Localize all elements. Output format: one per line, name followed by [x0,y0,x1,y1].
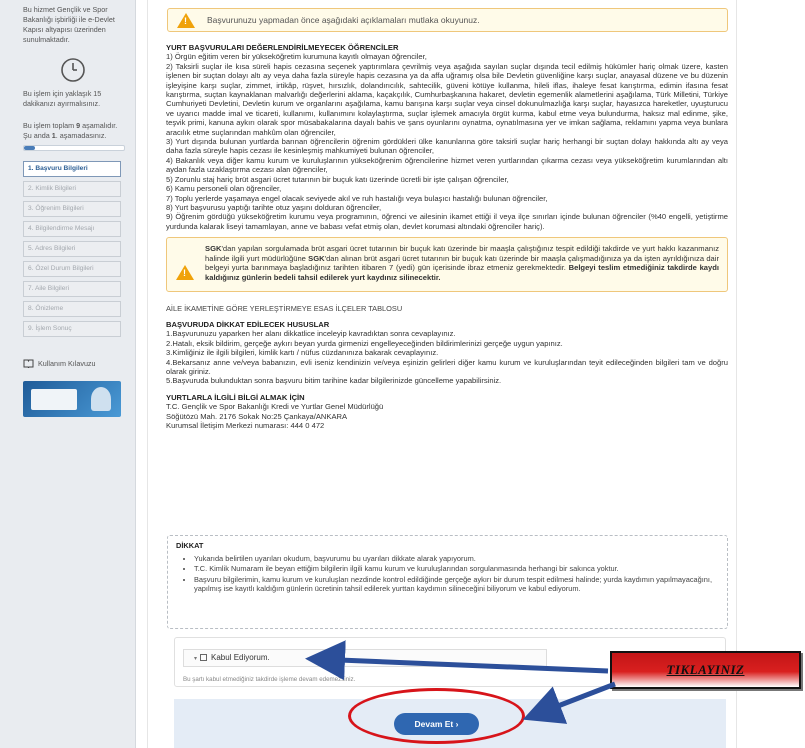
sidebar: Bu hizmet Gençlik ve Spor Bakanlığı işbi… [0,0,136,748]
progress-fill [24,146,36,150]
rule-item: 4) Bakanlık veya diğer kamu kurum ve kur… [166,155,728,175]
rule-item: 1) Örgün eğitim veren bir yükseköğretim … [166,52,427,62]
sgk-abbr: SGK [308,253,325,263]
main-content: ! Başvurunuzu yapmadan önce aşağıdaki aç… [147,0,737,748]
district-table-link[interactable]: AİLE İKAMETİNE GÖRE YERLEŞTİRMEYE ESAS İ… [166,304,728,313]
step-item-ogrenim: 3. Öğrenim Bilgileri [23,201,121,217]
step-item-kimlik: 2. Kimlik Bilgileri [23,181,121,197]
duration-text: Bu işlem için yaklaşık 15 dakikanızı ayı… [23,89,102,108]
annotation-ellipse [348,688,525,744]
rule-item: 9) Öğrenim gördüğü yükseköğretim kurumu … [166,212,728,231]
step-item-aile: 7. Aile Bilgileri [23,281,121,297]
click-here-callout: TIKLAYINIZ [610,651,801,689]
note-item: 1.Başvurunuzu yaparken her alanı dikkatl… [166,329,456,339]
step-info-text: Bu işlem toplam 9 aşamalıdır. Şu anda 1.… [0,121,135,141]
clock-icon [61,58,85,82]
warning-icon: ! [176,265,194,281]
sgk-warning-alert: ! SGK'dan yapılan sorgulamada brüt asgar… [166,237,728,292]
promo-banner-image[interactable] [23,381,121,417]
banner-card-shape [31,389,77,410]
rule-item: 6) Kamu personeli olan öğrenciler, [166,184,282,194]
sgk-abbr: SGK [205,244,222,254]
notes-title: BAŞVURUDA DİKKAT EDİLECEK HUSUSLAR [166,319,330,329]
instructions-content: YURT BAŞVURULARI DEĞERLENDİRİLMEYECEK ÖĞ… [166,43,728,430]
rule-item: 8) Yurt başvurusu yaptığı tarihte otuz y… [166,202,382,212]
step-info-pre: Bu işlem toplam [23,121,77,130]
callout-label: TIKLAYINIZ [666,662,745,677]
accept-label: Kabul Ediyorum. [211,653,270,662]
rule-item: 7) Toplu yerlerde yaşamaya engel olacak … [166,193,548,203]
note-item: 2.Hatalı, eksik bildirim, gerçeğe aykırı… [166,338,563,348]
user-guide-label: Kullanım Kılavuzu [38,359,96,368]
contact-line: Kurumsal İletişim Merkezi numarası: 444 … [166,420,325,430]
rule-item: 2) Taksirli suçlar ile kısa süreli hapis… [166,61,728,137]
step-item-ozel-durum: 6. Özel Durum Bilgileri [23,261,121,277]
ineligible-section-title: YURT BAŞVURULARI DEĞERLENDİRİLMEYECEK ÖĞ… [166,43,399,52]
rule-item: 3) Yurt dışında bulunan yurtlarda barına… [166,137,728,156]
accept-checkbox-field[interactable]: ▾ Kabul Ediyorum. [183,649,547,667]
service-info-text: Bu hizmet Gençlik ve Spor Bakanlığı işbi… [23,5,115,44]
attention-item: Başvuru bilgilerimin, kamu kurum ve kuru… [194,575,719,594]
top-warning-alert: ! Başvurunuzu yapmadan önce aşağıdaki aç… [167,8,728,32]
book-icon [23,359,34,368]
top-warning-text: Başvurunuzu yapmadan önce aşağıdaki açık… [207,15,480,25]
note-item: 5.Başvuruda bulunduktan sonra başvuru bi… [166,376,502,386]
chevron-down-icon: ▾ [194,656,198,662]
attention-item: T.C. Kimlik Numaram ile beyan ettiğim bi… [194,564,719,574]
step-item-onizleme: 8. Önizleme [23,301,121,317]
step-list: 1. Başvuru Bilgileri 2. Kimlik Bilgileri… [23,161,121,337]
contact-title: YURTLARLA İLGİLİ BİLGİ ALMAK İÇİN [166,392,305,402]
rule-item: 5) Zorunlu staj hariç brüt asgari ücret … [166,174,509,184]
attention-item: Yukarıda belirtilen uyarıları okudum, ba… [194,554,719,564]
step-item-basvuru[interactable]: 1. Başvuru Bilgileri [23,161,121,177]
step-item-adres: 5. Adres Bilgileri [23,241,121,257]
accept-checkbox[interactable] [200,654,208,661]
user-guide-link[interactable]: Kullanım Kılavuzu [23,359,135,368]
attention-list: Yukarıda belirtilen uyarıları okudum, ba… [194,554,719,594]
note-item: 3.Kimliğiniz ile ilgili bilgileri, kimli… [166,348,439,358]
contact-line: Söğütözü Mah. 2176 Sokak No:25 Çankaya/A… [166,411,348,421]
attention-title: DİKKAT [176,541,204,550]
attention-box: DİKKAT Yukarıda belirtilen uyarıları oku… [167,535,728,629]
progress-bar [23,145,125,151]
step-item-bilgilendirme: 4. Bilgilendirme Mesajı [23,221,121,237]
step-item-sonuc: 9. İşlem Sonuç [23,321,121,337]
warning-icon: ! [177,12,195,28]
banner-figure-shape [91,387,111,411]
contact-line: T.C. Gençlik ve Spor Bakanlığı Kredi ve … [166,402,384,412]
note-item: 4.Bekarsanız anne ve/veya babanızın, evl… [166,357,728,376]
step-info-post: . aşamadasınız. [55,131,107,140]
accept-note: Bu şartı kabul etmediğiniz takdirde işle… [183,676,356,683]
